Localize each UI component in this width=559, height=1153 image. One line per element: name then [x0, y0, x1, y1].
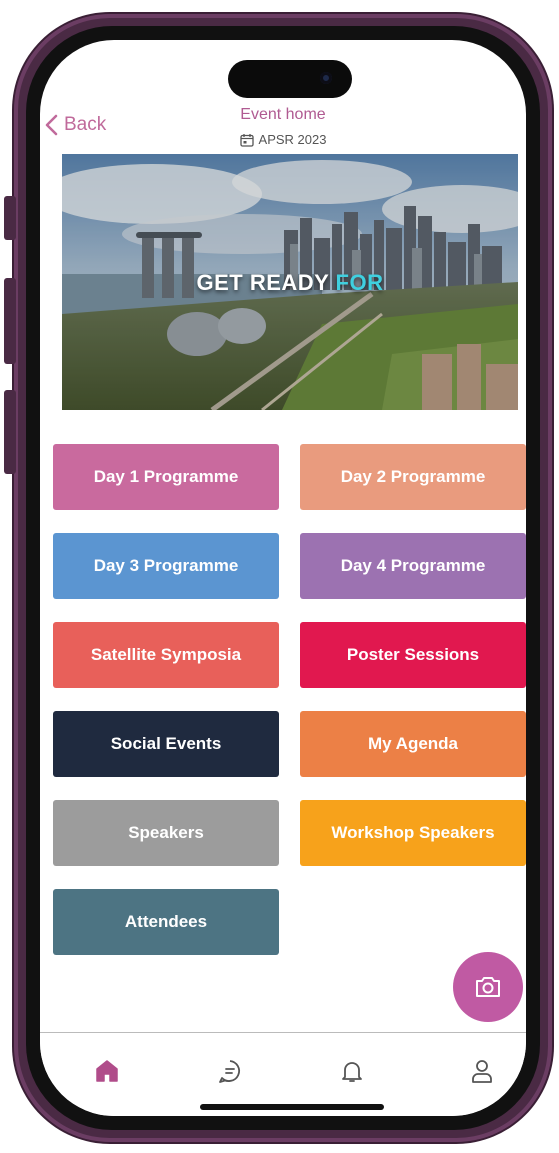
user-icon [472, 1060, 492, 1083]
dynamic-island [228, 60, 352, 98]
home-indicator [200, 1104, 384, 1110]
day-1-programme-button[interactable]: Day 1 Programme [53, 444, 279, 510]
social-events-button[interactable]: Social Events [53, 711, 279, 777]
home-icon [96, 1060, 118, 1082]
banner-headline: GET READY FOR [196, 270, 384, 295]
camera-lens [320, 72, 332, 84]
camera-fab-button[interactable] [453, 952, 523, 1022]
chat-icon [219, 1060, 240, 1083]
event-subtitle: APSR 2023 [40, 132, 526, 147]
day-4-programme-button[interactable]: Day 4 Programme [300, 533, 526, 599]
day-2-programme-button[interactable]: Day 2 Programme [300, 444, 526, 510]
nav-profile[interactable] [464, 1053, 500, 1089]
nav-notifications[interactable] [334, 1053, 370, 1089]
event-banner[interactable]: GET READY FOR [62, 154, 518, 410]
nav-chat[interactable] [212, 1053, 248, 1089]
speakers-button[interactable]: Speakers [53, 800, 279, 866]
app-screen: Back Event home APSR 2023 GET READY FOR … [40, 40, 526, 1116]
camera-icon [476, 977, 500, 997]
nav-home[interactable] [89, 1053, 125, 1089]
my-agenda-button[interactable]: My Agenda [300, 711, 526, 777]
bell-icon [342, 1062, 362, 1082]
mute-switch [4, 196, 16, 240]
satellite-symposia-button[interactable]: Satellite Symposia [53, 622, 279, 688]
page-title: Event home [240, 106, 326, 123]
day-3-programme-button[interactable]: Day 3 Programme [53, 533, 279, 599]
event-name: APSR 2023 [258, 132, 327, 147]
volume-up-button [4, 278, 16, 364]
workshop-speakers-button[interactable]: Workshop Speakers [300, 800, 526, 866]
volume-down-button [4, 390, 16, 474]
poster-sessions-button[interactable]: Poster Sessions [300, 622, 526, 688]
attendees-button[interactable]: Attendees [53, 889, 279, 955]
calendar-icon [239, 133, 254, 147]
